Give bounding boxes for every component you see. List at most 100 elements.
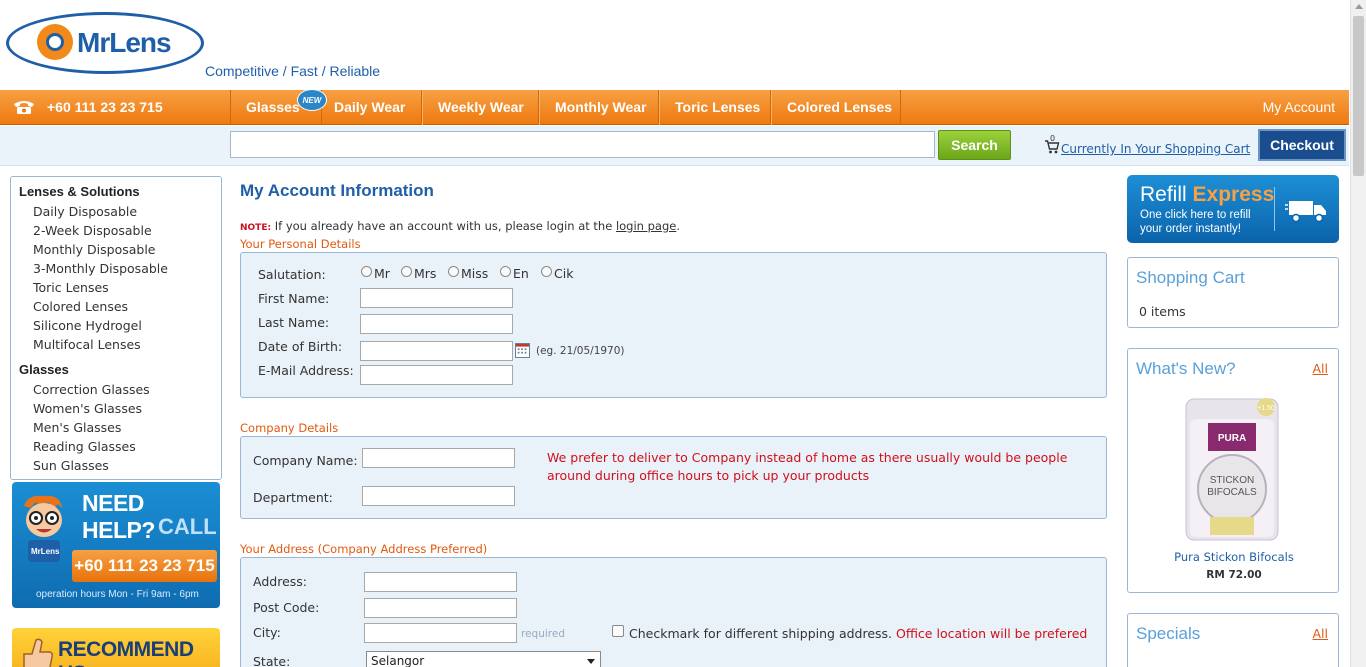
- login-note: NOTE: If you already have an account wit…: [240, 219, 680, 233]
- different-shipping-checkbox[interactable]: [612, 625, 624, 637]
- note-end: .: [676, 219, 681, 233]
- state-selected-value: Selangor: [371, 654, 425, 667]
- salutation-mr-label: Mr: [374, 266, 390, 281]
- sidebar-item-correction-glasses[interactable]: Correction Glasses: [19, 380, 221, 399]
- salutation-en-radio[interactable]: [500, 266, 511, 277]
- thumbs-up-icon: [23, 638, 53, 667]
- checkout-button[interactable]: Checkout: [1258, 129, 1346, 161]
- product-strength-text: +1.50: [1257, 405, 1275, 412]
- post-code-input[interactable]: [364, 598, 517, 618]
- main-nav: +60 111 23 23 715 Glasses NEW Daily Wear…: [0, 89, 1349, 125]
- help-phone-number: +60 111 23 23 715: [72, 550, 217, 582]
- department-input[interactable]: [362, 486, 515, 506]
- last-name-input[interactable]: [360, 314, 513, 334]
- sidebar-item-colored-lenses[interactable]: Colored Lenses: [19, 297, 221, 316]
- product-image[interactable]: PURA STICKON BIFOCALS +1.50: [1182, 397, 1282, 542]
- mascot-icon: MrLens: [24, 495, 62, 562]
- sidebar-item-womens-glasses[interactable]: Women's Glasses: [19, 399, 221, 418]
- company-name-input[interactable]: [362, 448, 515, 468]
- specials-all-link[interactable]: All: [1313, 626, 1329, 641]
- scroll-up-arrow-icon[interactable]: [1355, 4, 1363, 9]
- sidebar-item-3-monthly-disposable[interactable]: 3-Monthly Disposable: [19, 259, 221, 278]
- first-name-input[interactable]: [360, 288, 513, 308]
- email-label: E-Mail Address:: [258, 363, 354, 378]
- refill-word: Refill: [1140, 183, 1187, 206]
- page-title: My Account Information: [240, 181, 434, 200]
- category-title-glasses: Glasses: [19, 362, 69, 377]
- city-input[interactable]: [364, 623, 517, 643]
- nav-menu: Glasses NEW Daily Wear Weekly Wear Month…: [230, 89, 901, 125]
- whats-new-box: What's New? All PURA STICKON BIFOCALS +1…: [1127, 348, 1339, 593]
- company-details-label: Company Details: [240, 421, 339, 435]
- sidebar-item-multifocal-lenses[interactable]: Multifocal Lenses: [19, 335, 221, 354]
- shopping-cart-title: Shopping Cart: [1136, 268, 1245, 287]
- express-word: Express: [1192, 183, 1275, 206]
- sidebar-item-sun-glasses[interactable]: Sun Glasses: [19, 456, 221, 475]
- need-help-banner[interactable]: MrLens NEED HELP? CALL +60 111 23 23 715…: [12, 482, 220, 608]
- nav-item-colored-lenses[interactable]: Colored Lenses: [771, 90, 901, 125]
- company-delivery-note: We prefer to deliver to Company instead …: [547, 450, 1068, 483]
- sidebar-item-daily-disposable[interactable]: Daily Disposable: [19, 202, 221, 221]
- dob-input[interactable]: [360, 341, 513, 361]
- cart-item-count: 0 items: [1139, 304, 1186, 319]
- mascot-brand: MrLens: [31, 547, 60, 556]
- salutation-miss-radio[interactable]: [448, 266, 459, 277]
- nav-item-toric-lenses[interactable]: Toric Lenses: [659, 90, 771, 125]
- telephone-icon: [14, 101, 34, 114]
- salutation-label: Salutation:: [258, 267, 326, 282]
- whats-new-all-link[interactable]: All: [1313, 361, 1329, 376]
- nav-item-daily-wear[interactable]: Daily Wear: [322, 90, 422, 125]
- search-button[interactable]: Search: [938, 130, 1011, 160]
- mrlens-logo[interactable]: MrLens: [6, 12, 204, 74]
- personal-details-label: Your Personal Details: [240, 237, 361, 251]
- nav-item-glasses[interactable]: Glasses NEW: [230, 89, 327, 125]
- shopping-cart-link[interactable]: Currently In Your Shopping Cart: [1061, 142, 1250, 156]
- salutation-cik-radio[interactable]: [541, 266, 552, 277]
- state-select[interactable]: Selangor: [366, 651, 601, 667]
- my-account-link[interactable]: My Account: [1263, 90, 1335, 125]
- refill-express-title: Refill Express: [1140, 183, 1274, 207]
- refill-express-banner[interactable]: Refill Express One click here to refill …: [1127, 175, 1339, 243]
- sidebar-item-reading-glasses[interactable]: Reading Glasses: [19, 437, 221, 456]
- category-sidebar: Lenses & Solutions Daily Disposable 2-We…: [10, 176, 222, 480]
- recommend-us-banner[interactable]: RECOMMEND US: [12, 628, 220, 667]
- sidebar-item-monthly-disposable[interactable]: Monthly Disposable: [19, 240, 221, 259]
- scrollbar-thumb[interactable]: [1353, 16, 1364, 176]
- refill-divider: [1274, 187, 1275, 231]
- logo-text: MrLens: [77, 27, 172, 58]
- login-page-link[interactable]: login page: [616, 219, 676, 233]
- city-label: City:: [253, 625, 281, 640]
- sidebar-item-silicone-hydrogel[interactable]: Silicone Hydrogel: [19, 316, 221, 335]
- salutation-mrs-label: Mrs: [414, 266, 437, 281]
- different-shipping-label: Checkmark for different shipping address…: [629, 626, 1087, 641]
- salutation-miss-label: Miss: [461, 266, 489, 281]
- operation-hours: operation hours Mon - Fri 9am - 6pm: [36, 589, 199, 600]
- product-name-link[interactable]: Pura Stickon Bifocals: [1128, 550, 1340, 564]
- salutation-mr-radio[interactable]: [361, 266, 372, 277]
- sidebar-item-mens-glasses[interactable]: Men's Glasses: [19, 418, 221, 437]
- product-line2-text: BIFOCALS: [1207, 487, 1257, 498]
- email-input[interactable]: [360, 365, 513, 385]
- category-title-lenses: Lenses & Solutions: [19, 184, 140, 199]
- chevron-down-icon: [587, 659, 595, 664]
- address-input[interactable]: [364, 572, 517, 592]
- page-scrollbar[interactable]: [1350, 0, 1366, 667]
- dob-hint: (eg. 21/05/1970): [536, 345, 625, 357]
- nav-item-weekly-wear[interactable]: Weekly Wear: [422, 90, 539, 125]
- calendar-icon[interactable]: [515, 343, 530, 358]
- sidebar-item-2-week-disposable[interactable]: 2-Week Disposable: [19, 221, 221, 240]
- sidebar-item-toric-lenses[interactable]: Toric Lenses: [19, 278, 221, 297]
- lens-logo-icon: [37, 24, 73, 60]
- delivery-truck-icon: [1285, 201, 1326, 223]
- nav-item-label: Monthly Wear: [555, 99, 647, 115]
- dob-label: Date of Birth:: [258, 339, 343, 354]
- note-label: NOTE:: [240, 223, 272, 233]
- state-label: State:: [253, 654, 291, 667]
- nav-item-monthly-wear[interactable]: Monthly Wear: [539, 90, 659, 125]
- product-line1-text: STICKON: [1210, 475, 1254, 486]
- salutation-mrs-radio[interactable]: [401, 266, 412, 277]
- search-input[interactable]: [230, 131, 935, 158]
- different-shipping-text: Checkmark for different shipping address…: [629, 626, 893, 641]
- nav-item-label: Colored Lenses: [787, 99, 893, 115]
- shopping-cart-icon[interactable]: [1044, 139, 1060, 155]
